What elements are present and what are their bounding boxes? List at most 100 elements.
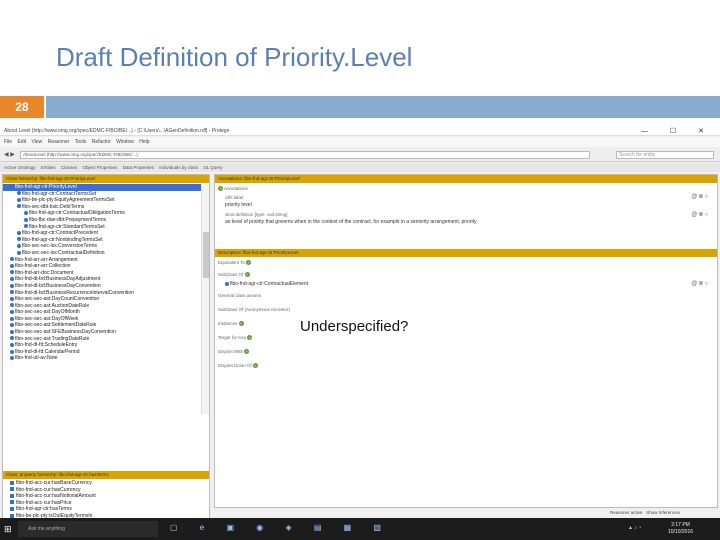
tree-item-label: fibo-fnd-arr-arr:Collection (15, 263, 71, 270)
tree-item[interactable]: fibo-fnd-dt-fd:CalendarPeriod (3, 349, 201, 356)
class-icon (10, 329, 14, 334)
tree-item[interactable]: fibo-sec-sec-ast:AuctionDateRule (3, 303, 201, 310)
add-key-icon[interactable]: + (247, 335, 253, 341)
tree-item[interactable]: fibo-fnd-acc-cur:hasNotionalAmount (3, 493, 209, 500)
tree-item-label: fibo-fnd-acc-cur:hasNotionalAmount (16, 493, 96, 500)
class-icon (10, 323, 14, 328)
menu-refactor[interactable]: Refactor (92, 139, 111, 145)
taskbar-search-input[interactable]: Ask me anything (18, 521, 158, 537)
tree-item[interactable]: fibo-sec-sec-ast:TradingDateRule (3, 336, 201, 343)
rdfs-label-key: rdfs:label (225, 195, 244, 200)
tree-item[interactable]: fibo-fnd-agr-ctr:NonbindingTermsSet (3, 237, 201, 244)
subclass-of-label: SubClass Of + (218, 272, 250, 278)
window-controls[interactable]: — ☐ ✕ (641, 127, 714, 135)
tree-item[interactable]: fibo-sec-sec-ast:SettlementDateRule (3, 322, 201, 329)
menu-reasoner[interactable]: Reasoner (48, 139, 70, 145)
menu-edit[interactable]: Edit (17, 139, 26, 145)
menu-file[interactable]: File (4, 139, 12, 145)
tree-item-label: fibo-sec-sec-ast:DayCountConvention (15, 296, 100, 303)
annotation-actions-icon[interactable]: @⊗○ (691, 193, 709, 200)
tree-item[interactable]: fibo-fnd-dt-bd:BusinessDayAdjustment (3, 276, 201, 283)
tab-data-properties[interactable]: Data Properties (123, 165, 154, 170)
add-equivalent-icon[interactable]: + (246, 260, 252, 266)
tab-classes[interactable]: Classes (61, 165, 77, 170)
tab-object-properties[interactable]: Object Properties (82, 165, 117, 170)
tree-item[interactable]: fibo-sec-sec-iss:ConversionTerms (3, 243, 201, 250)
disjoint-with-label: Disjoint With + (218, 349, 250, 355)
add-subclass-icon[interactable]: + (244, 272, 250, 278)
property-icon (10, 487, 14, 492)
status-bar: Reasoner active Show Inferences (610, 510, 680, 515)
tree-item-label: fibo-sec-sec-ast:TradingDateRule (15, 335, 90, 342)
tab-active-ontology[interactable]: Active Ontology (4, 165, 36, 170)
tree-item[interactable]: fibo-sec-sec-iss:ContractualDefinition (3, 250, 201, 257)
menu-tools[interactable]: Tools (75, 139, 87, 145)
tree-item[interactable]: fibo-fnd-agr-ctr:ContractTermsSet (3, 191, 201, 198)
tree-item-label: fibo-fnd-acc-cur:hasCurrency (16, 486, 81, 493)
class-icon (225, 281, 229, 286)
add-disjoint-icon[interactable]: + (244, 349, 250, 355)
menu-view[interactable]: View (31, 139, 42, 145)
entity-iri-field[interactable]: AboutLevel (http://www.omg.org/spec/EDMC… (20, 151, 590, 159)
menu-window[interactable]: Window (116, 139, 134, 145)
class-detail-pane: Annotations: fibo-fnd-agr-ctr:PriorityLe… (214, 174, 718, 508)
back-forward-icon[interactable]: ◀ ▶ (4, 151, 15, 158)
scrollbar-thumb[interactable] (203, 232, 209, 278)
tree-item[interactable]: fibo-fnd-acc-cur:hasCurrency (3, 487, 209, 494)
tab-dl-query[interactable]: DL Query (203, 165, 222, 170)
tree-item[interactable]: fibo-fnd-agr-ctr:StandardTermsSet (3, 224, 201, 231)
tree-item[interactable]: fibo-fnd-acc-cur:hasPrice (3, 500, 209, 507)
taskbar-app-icons[interactable]: ▢ e ▣ ◉ ◈ ▤ ▦ ▧ (170, 523, 391, 532)
tree-item[interactable]: fibo-fnd-dt-bd:BusinessRecurrenceInterva… (3, 290, 201, 297)
definition-actions-icon[interactable]: @⊗○ (691, 211, 709, 218)
tree-item[interactable]: fibo-fnd-agr-ctr:ContractPrecedent (3, 230, 201, 237)
windows-start-icon[interactable]: ⊞ (4, 524, 12, 535)
tab-entities[interactable]: Entities (41, 165, 56, 170)
tree-item-label: fibo-be-plc-pty:EquityAgreementTermsSet (22, 197, 115, 204)
tree-item-label: fibo-fnd-dt-bd:BusinessRecurrenceInterva… (15, 289, 134, 296)
skos-definition-value: an level of priority that governs when i… (225, 219, 477, 225)
show-inferences-toggle[interactable]: Show Inferences (646, 510, 680, 515)
subclass-actions-icon[interactable]: @⊗○ (691, 280, 709, 287)
add-instance-icon[interactable]: + (238, 321, 244, 327)
class-icon (17, 237, 21, 242)
tree-item-label: fibo-sec-sec-iss:ContractualDefinition (22, 249, 105, 256)
tree-item[interactable]: fibo-sec-dbt-bsic:DebtTerms (3, 204, 201, 211)
class-icon (10, 276, 14, 281)
property-icon (10, 500, 14, 505)
system-tray-icons[interactable]: ▲ ♪ ◔ (628, 525, 641, 531)
tree-item-label: fibo-fnd-agr-ctr:StandardTermsSet (29, 223, 105, 230)
tab-individuals[interactable]: Individuals by class (159, 165, 198, 170)
tree-item[interactable]: fibo-fnd-arr-arr:Arrangement (3, 257, 201, 264)
tree-item-label: fibo-fnd-agr-ctr:hasTerms (16, 506, 72, 513)
tree-item[interactable]: fibo-sec-sec-ast:SFEBusinessDayConventio… (3, 329, 201, 336)
add-icon[interactable]: + (218, 186, 223, 192)
class-icon (10, 349, 14, 354)
tree-item[interactable]: fibo-sec-sec-ast:DayCountConvention (3, 296, 201, 303)
add-disjoint-union-icon[interactable]: + (253, 363, 259, 369)
tree-item-label: fibo-fnd-agr-ctr:ContractTermsSet (22, 190, 97, 197)
subclass-of-value[interactable]: fibo-fnd-agr-ctr:ContractualElement (225, 281, 308, 287)
search-entity-input[interactable]: Search for entity (616, 151, 714, 159)
tree-item-label: fibo-fnd-arr-doc:Document (15, 269, 74, 276)
taskbar-clock[interactable]: 2:17 PM 10/10/2016 (668, 522, 693, 536)
tree-item[interactable]: fibo-fnd-dt-fd:ScheduleEntry (3, 342, 201, 349)
tree-item[interactable]: fibo-sec-sec-ast:DayOfWeek (3, 316, 201, 323)
tree-item[interactable]: fibo-fnd-agr-ctr:PriorityLevel (3, 184, 201, 191)
annotations-label: + Annotations (218, 186, 248, 192)
tree-item[interactable]: fibo-fnd-agr-ctr:hasTerms (3, 506, 209, 513)
tree-item[interactable]: fibo-fnd-agr-ctr:ContractualObligationTe… (3, 210, 201, 217)
tree-item[interactable]: fibo-sec-sec-ast:DayOfMonth (3, 309, 201, 316)
tree-item[interactable]: fibo-fbc-dae-dbt:PrepaymentTerms (3, 217, 201, 224)
tree-item[interactable]: fibo-be-plc-pty:EquityAgreementTermsSet (3, 197, 201, 204)
tree-scrollbar[interactable] (201, 184, 209, 414)
tree-item[interactable]: fibo-fnd-utl-av:Note (3, 355, 201, 362)
tabs-bar: Active Ontology Entities Classes Object … (0, 163, 720, 172)
tree-item[interactable]: fibo-fnd-dt-bd:BusinessDayConvention (3, 283, 201, 290)
menu-help[interactable]: Help (139, 139, 149, 145)
tree-item[interactable]: fibo-fnd-arr-arr:Collection (3, 263, 201, 270)
tree-item-label: fibo-sec-sec-ast:SettlementDateRule (15, 322, 97, 329)
tree-item[interactable]: fibo-fnd-arr-doc:Document (3, 270, 201, 277)
tree-item[interactable]: fibo-fnd-acc-cur:hasBaseCurrency (3, 480, 209, 487)
class-icon (24, 224, 28, 229)
